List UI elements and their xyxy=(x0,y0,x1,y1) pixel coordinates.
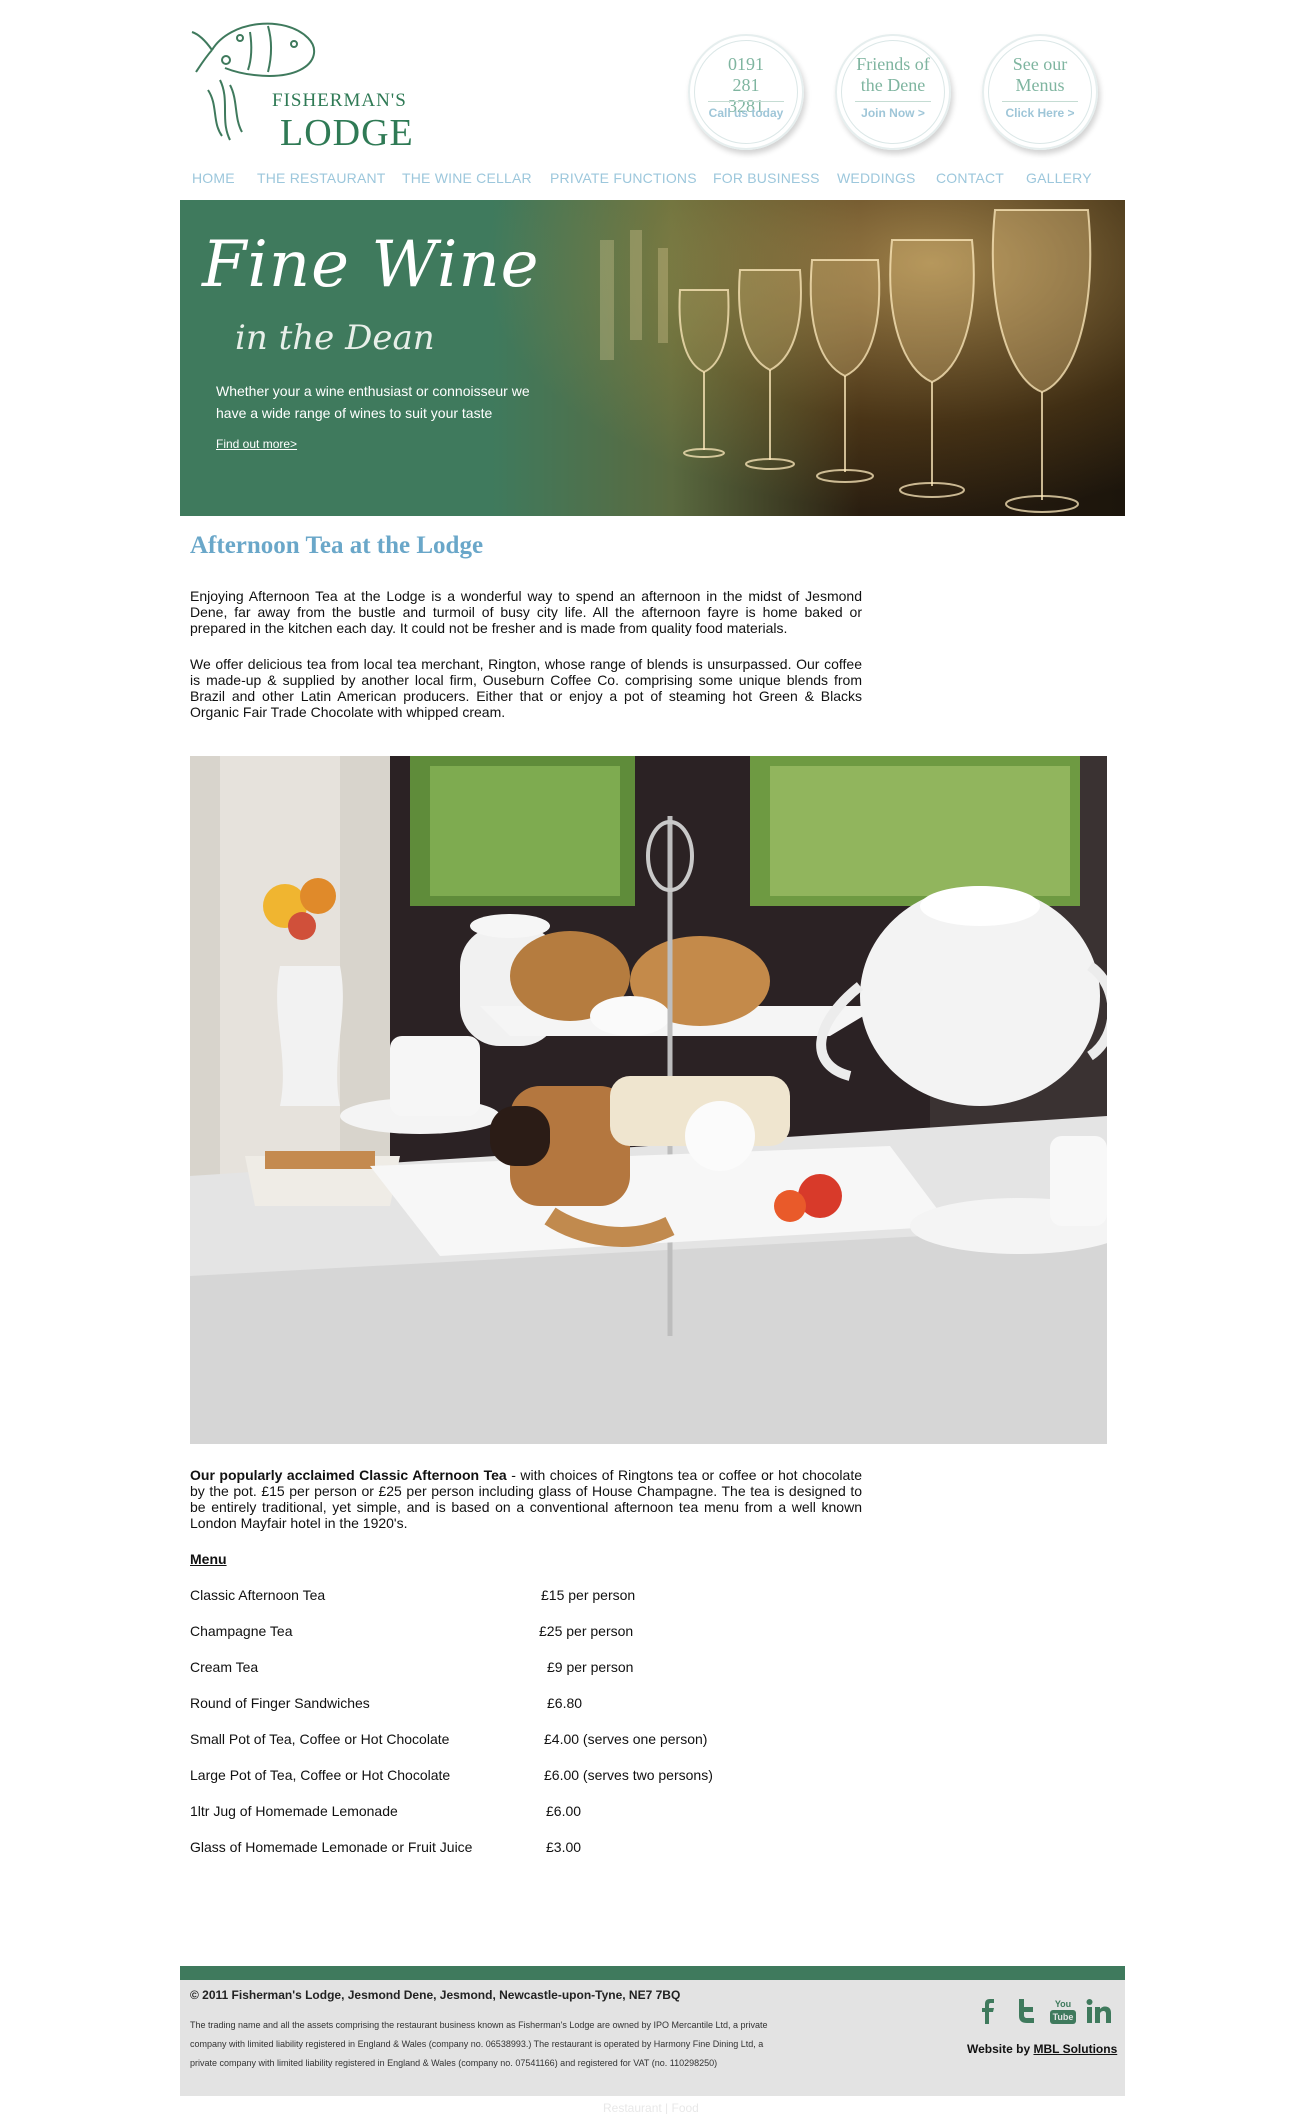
youtube-icon[interactable]: You Tube xyxy=(1048,1996,1078,2026)
classic-tea-paragraph: Our popularly acclaimed Classic Afternoo… xyxy=(190,1467,862,1531)
afternoon-tea-photo xyxy=(190,756,1107,1444)
site-logo[interactable]: FISHERMAN'S LODGE xyxy=(190,10,430,154)
banner-description: Whether your a wine enthusiast or connoi… xyxy=(216,383,530,421)
menus-heading: See our Menus xyxy=(1012,54,1068,95)
menu-item-name: Cream Tea xyxy=(190,1659,259,1675)
menu-item-name: Large Pot of Tea, Coffee or Hot Chocolat… xyxy=(190,1767,451,1783)
twitter-icon[interactable] xyxy=(1010,1996,1040,2026)
menu-item-price: £6.80 xyxy=(547,1695,583,1711)
nav-weddings[interactable]: WEDDINGS xyxy=(837,170,916,186)
menu-heading: Menu xyxy=(190,1551,227,1567)
bottom-links[interactable]: Restaurant | Food xyxy=(603,2101,699,2114)
menu-item-price: £15 per person xyxy=(541,1587,636,1603)
svg-text:Tube: Tube xyxy=(1053,2012,1074,2022)
nav-gallery[interactable]: GALLERY xyxy=(1026,170,1092,186)
nav-contact[interactable]: CONTACT xyxy=(936,170,1004,186)
legal-text: The trading name and all the assets comp… xyxy=(190,2020,768,2068)
menu-item-price: £6.00 (serves two persons) xyxy=(544,1767,713,1783)
linkedin-icon[interactable] xyxy=(1084,1996,1114,2026)
copyright-text: © 2011 Fisherman's Lodge, Jesmond Dene, … xyxy=(190,1988,681,2002)
intro-paragraph: Enjoying Afternoon Tea at the Lodge is a… xyxy=(190,588,862,636)
menu-row: Small Pot of Tea, Coffee or Hot Chocolat… xyxy=(190,1731,890,1749)
menu-item-price: £4.00 (serves one person) xyxy=(544,1731,708,1747)
friends-of-dene-circle[interactable]: Friends of the Dene Join Now > xyxy=(835,34,951,150)
footer: © 2011 Fisherman's Lodge, Jesmond Dene, … xyxy=(180,1980,1125,2096)
menu-row: Cream Tea £9 per person xyxy=(190,1659,890,1677)
menu-item-name: Small Pot of Tea, Coffee or Hot Chocolat… xyxy=(190,1731,450,1747)
nav-restaurant[interactable]: THE RESTAURANT xyxy=(257,170,386,186)
facebook-icon[interactable] xyxy=(972,1996,1002,2026)
menu-item-name: 1ltr Jug of Homemade Lemonade xyxy=(190,1803,398,1819)
menu-item-name: Glass of Homemade Lemonade or Fruit Juic… xyxy=(190,1839,473,1855)
banner-headline: Fine Wine xyxy=(202,228,540,302)
menu-item-price: £6.00 xyxy=(546,1803,582,1819)
join-now-link[interactable]: Join Now > xyxy=(835,106,951,120)
menu-row: Classic Afternoon Tea £15 per person xyxy=(190,1587,890,1605)
website-by-label: Website by xyxy=(967,2042,1034,2056)
see-menus-circle[interactable]: See our Menus Click Here > xyxy=(982,34,1098,150)
afternoon-tea-image xyxy=(190,756,1107,1444)
click-here-link[interactable]: Click Here > xyxy=(982,106,1098,120)
menu-row: Glass of Homemade Lemonade or Fruit Juic… xyxy=(190,1839,890,1857)
svg-text:You: You xyxy=(1055,1999,1071,2009)
nav-wine-cellar[interactable]: THE WINE CELLAR xyxy=(402,170,532,186)
menu-item-price: £3.00 xyxy=(546,1839,582,1855)
mbl-solutions-link[interactable]: MBL Solutions xyxy=(1033,2042,1117,2056)
menu-row: Champagne Tea £25 per person xyxy=(190,1623,890,1641)
banner-subheadline: in the Dean xyxy=(235,318,435,358)
circle-divider xyxy=(1002,101,1078,102)
nav-private-functions[interactable]: PRIVATE FUNCTIONS xyxy=(550,170,697,186)
classic-tea-bold: Our popularly acclaimed Classic Afternoo… xyxy=(190,1467,507,1483)
website-credit: Website by MBL Solutions xyxy=(967,2042,1117,2056)
call-us-circle[interactable]: 0191 281 3281 Call us today xyxy=(688,34,804,150)
logo-text-top: FISHERMAN'S xyxy=(272,90,407,111)
friends-heading: Friends of the Dene xyxy=(856,54,930,95)
menu-item-name: Classic Afternoon Tea xyxy=(190,1587,326,1603)
circle-divider xyxy=(855,101,931,102)
call-us-label[interactable]: Call us today xyxy=(688,106,804,120)
find-out-more-link[interactable]: Find out more> xyxy=(216,437,297,451)
menu-row: Round of Finger Sandwiches £6.80 xyxy=(190,1695,890,1713)
menu-item-price: £9 per person xyxy=(547,1659,634,1675)
nav-for-business[interactable]: FOR BUSINESS xyxy=(713,170,820,186)
menu-item-name: Champagne Tea xyxy=(190,1623,293,1639)
page-title: Afternoon Tea at the Lodge xyxy=(190,532,484,559)
tea-coffee-paragraph: We offer delicious tea from local tea me… xyxy=(190,656,862,720)
menu-row: 1ltr Jug of Homemade Lemonade £6.00 xyxy=(190,1803,890,1821)
logo-text-bottom: LODGE xyxy=(280,112,414,154)
main-nav: HOME THE RESTAURANT THE WINE CELLAR PRIV… xyxy=(180,170,1125,190)
footer-bar xyxy=(180,1966,1125,1980)
menu-item-name: Round of Finger Sandwiches xyxy=(190,1695,370,1711)
circle-divider xyxy=(708,101,784,102)
hero-banner[interactable]: Fine Wine in the Dean Whether your a win… xyxy=(180,200,1125,516)
menu-row: Large Pot of Tea, Coffee or Hot Chocolat… xyxy=(190,1767,890,1785)
nav-home[interactable]: HOME xyxy=(192,170,235,186)
menu-item-price: £25 per person xyxy=(539,1623,634,1639)
